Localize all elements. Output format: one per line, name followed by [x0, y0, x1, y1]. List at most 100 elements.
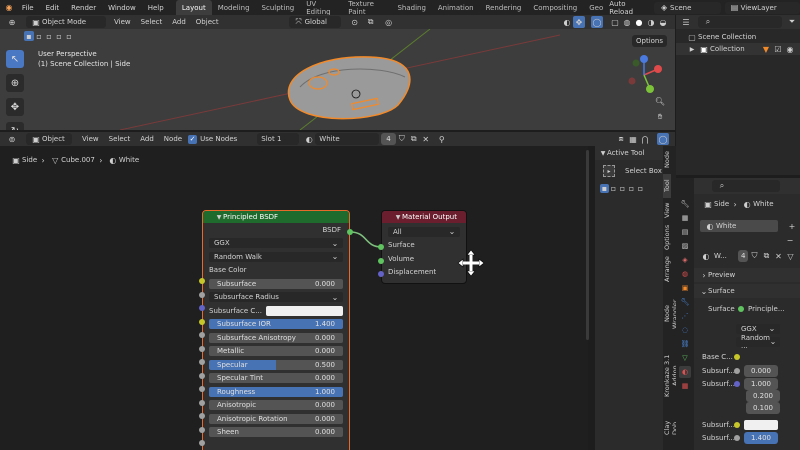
tab-compositing[interactable]: Compositing	[527, 0, 583, 15]
menu-render[interactable]: Render	[67, 4, 100, 12]
tab-modeling[interactable]: Modeling	[212, 0, 256, 15]
node-editor-canvas[interactable]: ▣ Side › ▽ Cube.007 › ◐ White ▼ Principl…	[0, 146, 588, 450]
fake-user-icon[interactable]: ⛉	[396, 133, 408, 145]
menu-file[interactable]: File	[18, 4, 38, 12]
volume-socket[interactable]	[378, 258, 384, 264]
anisotropic-rotation-socket[interactable]	[199, 427, 205, 433]
render-props-icon[interactable]: ▦	[679, 212, 691, 224]
world-props-icon[interactable]: ◍	[679, 268, 691, 280]
subsurface-socket[interactable]	[199, 292, 205, 298]
preview-section[interactable]: › Preview	[694, 268, 800, 282]
add-slot-icon[interactable]: +	[786, 220, 798, 232]
output-props-icon[interactable]: ▤	[679, 226, 691, 238]
editor-type-icon[interactable]: ⊕	[6, 16, 18, 28]
scene-props-icon[interactable]: ◈	[679, 254, 691, 266]
sidebar-tab-arrange[interactable]: Arrange	[663, 254, 671, 286]
specular-tint-socket[interactable]	[199, 386, 205, 392]
props-subsurf-color-swatch[interactable]	[744, 420, 778, 430]
material-props-icon[interactable]: ◐	[679, 366, 691, 378]
props-radius-y[interactable]: 0.200	[746, 390, 780, 402]
subsurface-ior-socket[interactable]	[199, 332, 205, 338]
solid-shading-icon[interactable]: ●	[633, 16, 645, 28]
displacement-socket[interactable]	[378, 271, 384, 277]
select-new-icon[interactable]: ▪	[24, 31, 34, 41]
output-target-dropdown[interactable]: All ⌄	[388, 226, 460, 237]
scene-selector[interactable]: ◈ Scene	[654, 1, 722, 14]
props-radius-x[interactable]: 1.000	[744, 378, 778, 390]
remove-slot-icon[interactable]: −	[784, 234, 796, 246]
unlink-icon[interactable]: ✕	[420, 133, 432, 145]
use-nodes-checkbox-icon[interactable]: ✓	[188, 134, 198, 144]
node-editor-scrollbar[interactable]	[586, 150, 589, 340]
properties-search[interactable]: ⌕	[712, 180, 780, 192]
props-subsurf4-value[interactable]: 1.400	[744, 432, 778, 444]
filter-icon[interactable]: ▽	[784, 250, 796, 262]
duplicate-icon[interactable]: ⧉	[760, 250, 772, 262]
rotate-tool-icon[interactable]: ↻	[6, 122, 24, 130]
select-subtract-icon[interactable]: ▫	[618, 184, 627, 193]
roughness-field[interactable]: Roughness 1.000	[209, 386, 343, 397]
slot-selector[interactable]: Slot 1	[257, 133, 300, 145]
xray-icon[interactable]: ▢	[609, 16, 621, 28]
outliner-editor-icon[interactable]: ☰	[680, 16, 692, 28]
overlay-icon[interactable]: ◯	[591, 16, 603, 28]
tab-layout[interactable]: Layout	[175, 0, 212, 15]
camera-icon[interactable]: ◉	[784, 43, 796, 55]
distribution-dropdown[interactable]: GGX ⌄	[209, 238, 343, 249]
snap-icon[interactable]: ⧉	[365, 16, 377, 28]
node-menu-node[interactable]: Node	[164, 135, 182, 143]
navigation-gizmo[interactable]	[622, 53, 666, 97]
tab-geometry[interactable]: Geo	[583, 0, 609, 15]
wireframe-shading-icon[interactable]: ◍	[621, 16, 633, 28]
expand-arrow-icon[interactable]: ▶	[686, 43, 698, 55]
surface-socket[interactable]	[378, 244, 384, 250]
menu-window[interactable]: Window	[104, 4, 140, 12]
sheen-field[interactable]: Sheen 0.000	[209, 427, 343, 438]
viewport-menu-select[interactable]: Select	[141, 18, 163, 26]
view-layer-props-icon[interactable]: ▨	[679, 240, 691, 252]
material-short-name[interactable]: W...	[714, 252, 738, 260]
select-box-row[interactable]: ▸ Select Box	[595, 160, 663, 182]
tab-animation[interactable]: Animation	[432, 0, 480, 15]
select-extend-icon[interactable]: ▫	[609, 184, 618, 193]
specular-field[interactable]: Specular 0.500	[209, 359, 343, 370]
tab-rendering[interactable]: Rendering	[480, 0, 528, 15]
material-output-node[interactable]: ▼ Material Output All ⌄ Surface Volume D…	[381, 210, 467, 284]
outliner-row-scene-collection[interactable]: ▢ Scene Collection	[676, 31, 800, 43]
metallic-field[interactable]: Metallic 0.000	[209, 346, 343, 357]
subsurface-anisotropy-socket[interactable]	[199, 346, 205, 352]
tab-uv-editing[interactable]: UV Editing	[300, 0, 342, 16]
subsurface-radius-socket[interactable]	[199, 305, 205, 311]
rendered-shading-icon[interactable]: ◒	[657, 16, 669, 28]
metallic-socket[interactable]	[199, 359, 205, 365]
select-new-icon[interactable]: ▪	[600, 184, 609, 193]
node-editor-type-icon[interactable]: ⊚	[6, 133, 18, 145]
material-browse-icon[interactable]: ◐	[700, 250, 712, 262]
subsurface-color-socket[interactable]	[199, 319, 205, 325]
select-invert-icon[interactable]: ▫	[627, 184, 636, 193]
output-node-header[interactable]: ▼ Material Output	[382, 211, 466, 223]
viewport-menu-object[interactable]: Object	[196, 18, 219, 26]
viewport-menu-view[interactable]: View	[114, 18, 131, 26]
menu-edit[interactable]: Edit	[42, 4, 64, 12]
checkbox-icon[interactable]: ☑	[772, 43, 784, 55]
sidebar-tab-options[interactable]: Options	[663, 222, 671, 254]
specular-tint-field[interactable]: Specular Tint 0.000	[209, 373, 343, 384]
move-tool-icon[interactable]: ✥	[6, 98, 24, 116]
subsurface-method-dropdown[interactable]: Random Walk ⌄	[209, 251, 343, 262]
texture-props-icon[interactable]: ▦	[679, 380, 691, 392]
duplicate-icon[interactable]: ⧉	[408, 133, 420, 145]
node-menu-view[interactable]: View	[82, 135, 99, 143]
active-tool-section[interactable]: ▼ Active Tool	[595, 146, 663, 160]
material-slot-item[interactable]: ◐ White	[700, 220, 778, 232]
pin-icon[interactable]: ⚲	[436, 133, 448, 145]
tab-sculpting[interactable]: Sculpting	[256, 0, 301, 15]
material-name-field[interactable]: White	[315, 133, 380, 145]
subsurface-radius-dropdown[interactable]: Subsurface Radius ⌄	[209, 292, 343, 303]
physics-props-icon[interactable]: ◌	[679, 324, 691, 336]
pivot-icon[interactable]: ⊙	[349, 16, 361, 28]
props-radius-z[interactable]: 0.100	[746, 402, 780, 414]
snap-node-icon[interactable]: ⧈	[615, 133, 627, 145]
tab-shading[interactable]: Shading	[391, 0, 431, 15]
proportional-edit-icon[interactable]: ◎	[383, 16, 395, 28]
